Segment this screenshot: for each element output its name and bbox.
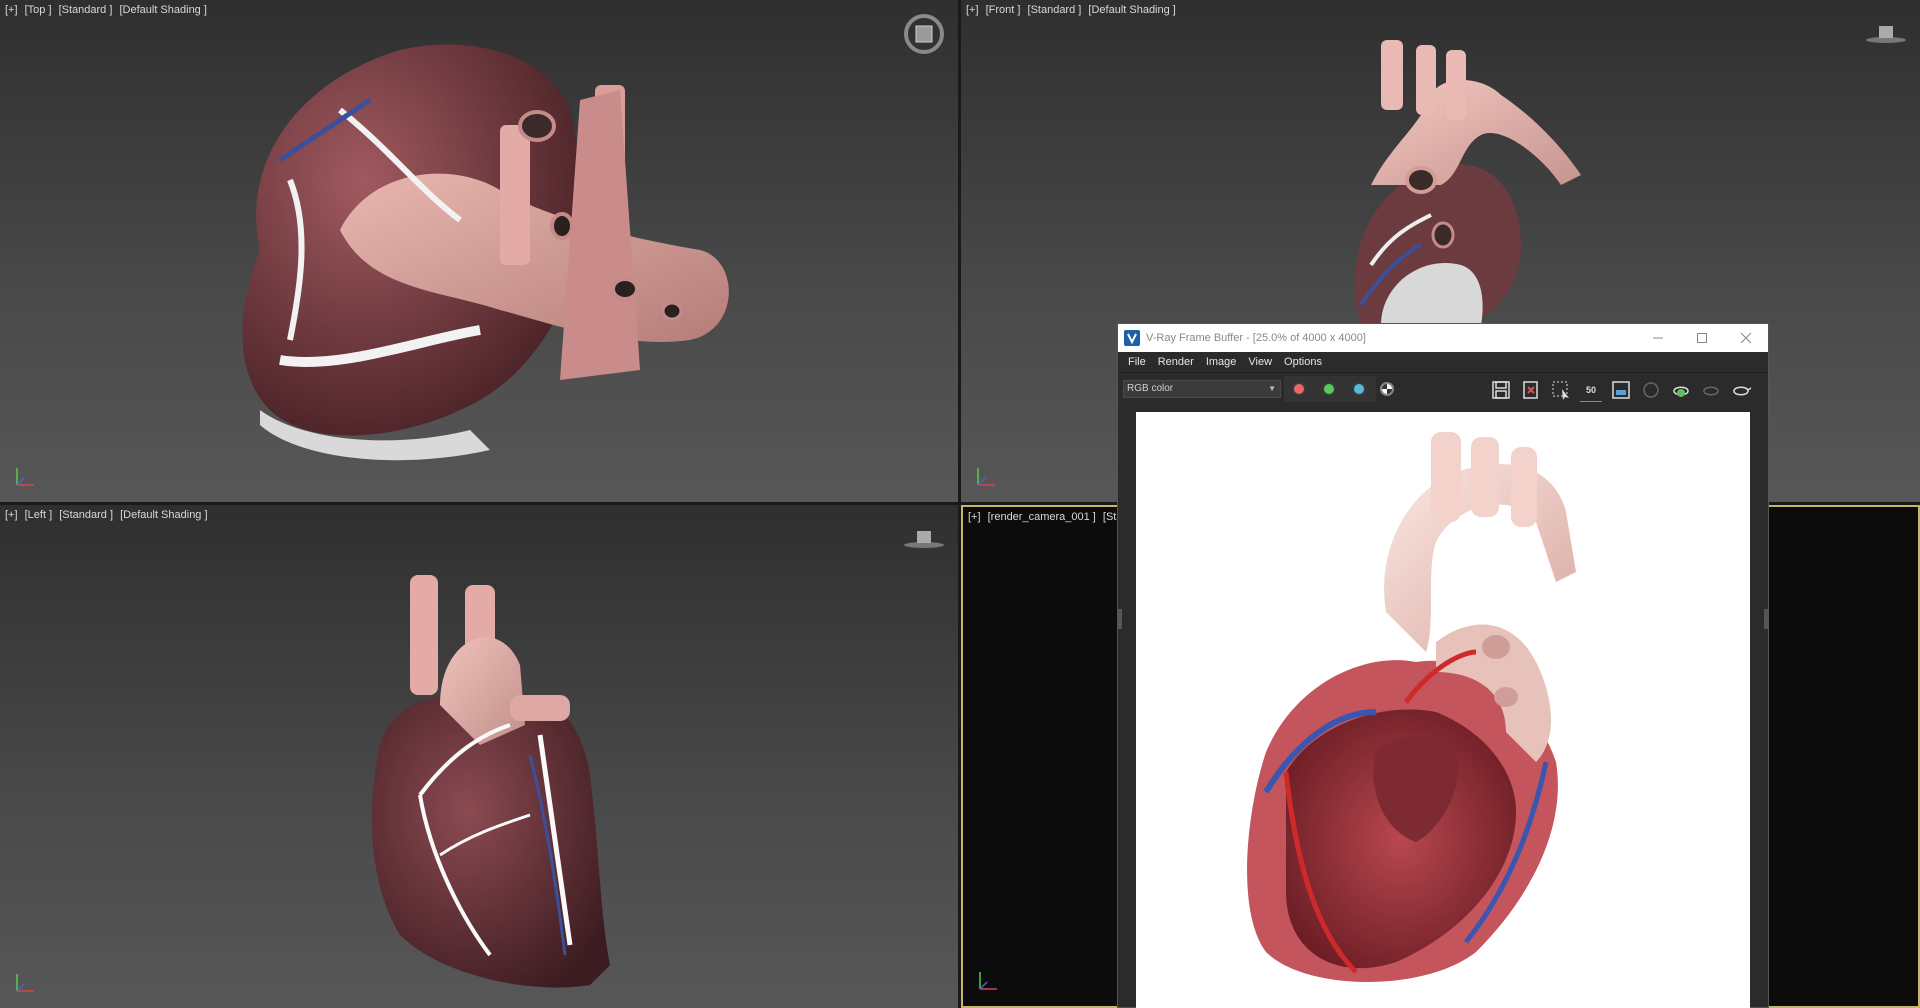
rendered-heart-image bbox=[1247, 432, 1576, 982]
minimize-button[interactable] bbox=[1636, 324, 1680, 352]
vray-logo-icon bbox=[1124, 330, 1140, 346]
menu-image[interactable]: Image bbox=[1200, 356, 1243, 368]
region-select-icon[interactable] bbox=[1550, 379, 1572, 401]
viewport-point-of-view[interactable]: [Left ] bbox=[25, 509, 53, 521]
maximize-button[interactable] bbox=[1680, 324, 1724, 352]
menu-view[interactable]: View bbox=[1242, 356, 1278, 368]
heart-model-front[interactable] bbox=[1281, 35, 1581, 325]
render-teapot-2-icon[interactable] bbox=[1730, 379, 1752, 401]
menu-render[interactable]: Render bbox=[1152, 356, 1200, 368]
viewport-menu-plus[interactable]: [+] bbox=[5, 509, 18, 521]
close-button[interactable] bbox=[1724, 324, 1768, 352]
viewport-point-of-view[interactable]: [Front ] bbox=[986, 4, 1021, 16]
viewport-point-of-view[interactable]: [render_camera_001 ] bbox=[988, 511, 1096, 523]
menu-file[interactable]: File bbox=[1122, 356, 1152, 368]
resize-handle-right[interactable] bbox=[1764, 609, 1768, 629]
axis-tripod-icon bbox=[979, 972, 997, 990]
viewport-menu-plus[interactable]: [+] bbox=[966, 4, 979, 16]
zoom-50-icon[interactable]: 50 bbox=[1580, 379, 1602, 402]
viewport-left[interactable]: [+] [Left ] [Standard ] [Default Shading… bbox=[0, 505, 958, 1008]
viewport-label: [+] [Left ] [Standard ] [Default Shading… bbox=[5, 509, 212, 521]
red-channel-toggle[interactable] bbox=[1292, 382, 1306, 396]
clear-icon[interactable] bbox=[1520, 379, 1542, 401]
maximize-icon bbox=[1697, 333, 1707, 343]
mono-view-toggle[interactable] bbox=[1380, 382, 1394, 396]
render-stop-icon[interactable] bbox=[1700, 379, 1722, 401]
heart-model-top[interactable] bbox=[220, 40, 740, 470]
viewport-label: [+] [Top ] [Standard ] [Default Shading … bbox=[5, 4, 211, 16]
green-channel-toggle[interactable] bbox=[1322, 382, 1336, 396]
menu-options[interactable]: Options bbox=[1278, 356, 1328, 368]
menu-bar: File Render Image View Options bbox=[1118, 352, 1768, 372]
render-teapot-icon[interactable] bbox=[1670, 379, 1692, 401]
channel-select-value: RGB color bbox=[1127, 383, 1174, 394]
render-image-area[interactable] bbox=[1136, 412, 1750, 1008]
viewport-menu-plus[interactable]: [+] bbox=[968, 511, 981, 523]
frame-icon[interactable] bbox=[1610, 379, 1632, 401]
viewcube-icon[interactable] bbox=[902, 527, 946, 551]
window-titlebar[interactable]: V-Ray Frame Buffer - [25.0% of 4000 x 40… bbox=[1118, 324, 1768, 352]
channel-select[interactable]: RGB color ▼ bbox=[1123, 380, 1281, 398]
minimize-icon bbox=[1653, 337, 1663, 339]
viewport-mode[interactable]: [Standard ] bbox=[59, 509, 113, 521]
viewcube-icon[interactable] bbox=[1864, 22, 1908, 46]
axis-tripod-icon bbox=[16, 468, 34, 486]
track-mouse-icon[interactable] bbox=[1640, 379, 1662, 401]
chevron-down-icon: ▼ bbox=[1268, 384, 1276, 393]
save-icon[interactable] bbox=[1490, 379, 1512, 401]
viewport-shading[interactable]: [Default Shading ] bbox=[120, 509, 207, 521]
viewport-mode[interactable]: [Standard ] bbox=[1028, 4, 1082, 16]
resize-handle-left[interactable] bbox=[1118, 609, 1122, 629]
vray-frame-buffer-window[interactable]: V-Ray Frame Buffer - [25.0% of 4000 x 40… bbox=[1117, 323, 1769, 1008]
viewport-menu-plus[interactable]: [+] bbox=[5, 4, 18, 16]
close-icon bbox=[1740, 332, 1752, 344]
viewport-shading[interactable]: [Default Shading ] bbox=[119, 4, 206, 16]
axis-tripod-icon bbox=[977, 468, 995, 486]
axis-tripod-icon bbox=[16, 974, 34, 992]
vfb-toolbar: RGB color ▼ 50 bbox=[1118, 372, 1768, 405]
viewport-mode[interactable]: [Standard ] bbox=[59, 4, 113, 16]
window-title: V-Ray Frame Buffer - [25.0% of 4000 x 40… bbox=[1146, 332, 1366, 344]
viewcube-icon[interactable] bbox=[902, 12, 946, 56]
viewport-label: [+] [Front ] [Standard ] [Default Shadin… bbox=[966, 4, 1180, 16]
viewport-shading[interactable]: [Default Shading ] bbox=[1088, 4, 1175, 16]
viewport-point-of-view[interactable]: [Top ] bbox=[25, 4, 52, 16]
heart-model-left[interactable] bbox=[360, 555, 620, 995]
viewport-label: [+] [render_camera_001 ] [Stan bbox=[968, 511, 1133, 523]
blue-channel-toggle[interactable] bbox=[1352, 382, 1366, 396]
viewport-top[interactable]: [+] [Top ] [Standard ] [Default Shading … bbox=[0, 0, 958, 502]
